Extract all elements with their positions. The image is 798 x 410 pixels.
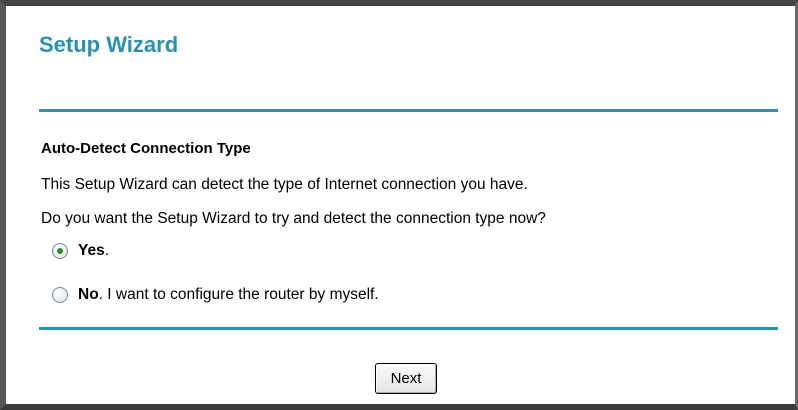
radio-no[interactable]	[52, 287, 68, 303]
radio-yes[interactable]	[52, 243, 68, 259]
option-no-label: No	[78, 286, 99, 303]
option-yes[interactable]: Yes .	[52, 242, 109, 260]
next-button[interactable]: Next	[375, 363, 437, 394]
top-divider	[39, 109, 778, 112]
page-title: Setup Wizard	[39, 32, 179, 57]
section-heading: Auto-Detect Connection Type	[41, 140, 251, 157]
option-no-suffix: . I want to configure the router by myse…	[98, 286, 379, 303]
description-line-1: This Setup Wizard can detect the type of…	[41, 176, 528, 193]
option-yes-label: Yes	[78, 242, 105, 259]
option-no[interactable]: No . I want to configure the router by m…	[52, 286, 379, 304]
option-yes-suffix: .	[104, 242, 110, 259]
wizard-window: Setup Wizard Auto-Detect Connection Type…	[0, 0, 798, 410]
description-line-2: Do you want the Setup Wizard to try and …	[41, 210, 546, 227]
bottom-divider	[39, 327, 778, 330]
